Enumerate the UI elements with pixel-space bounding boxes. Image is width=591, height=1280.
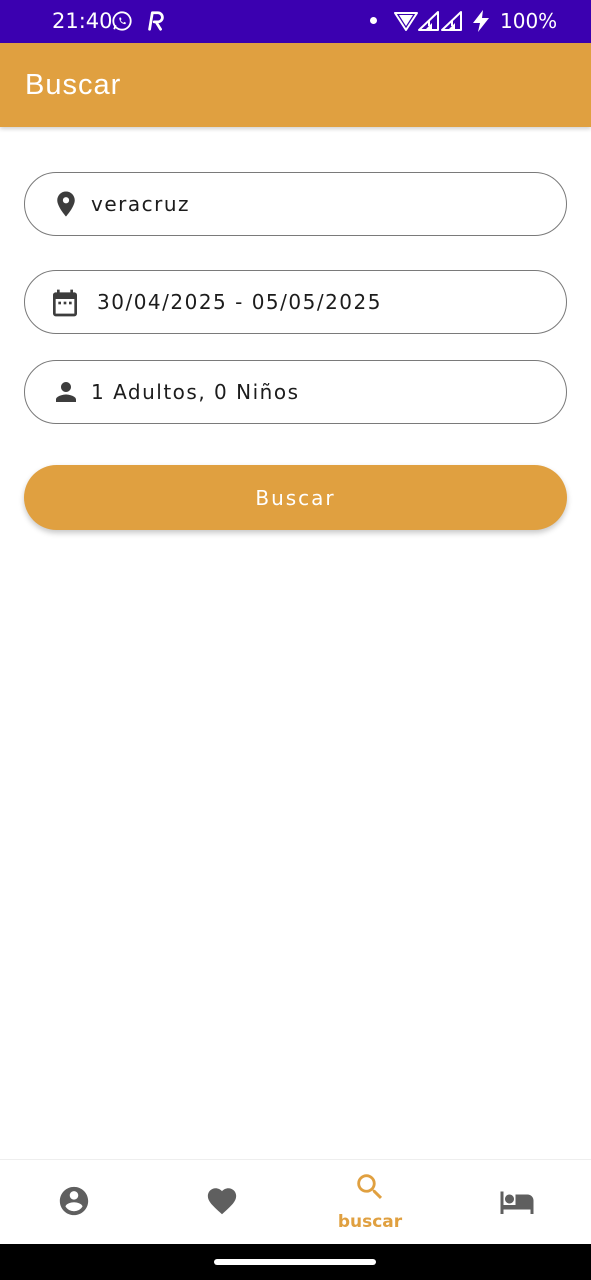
nav-item-favorites[interactable]: [148, 1160, 296, 1245]
nav-label-search: buscar: [337, 1212, 403, 1232]
person-icon: [51, 377, 81, 407]
signal-icon: [417, 9, 441, 33]
home-gesture-handle[interactable]: [214, 1259, 376, 1265]
location-pin-icon: [51, 189, 81, 219]
bottom-navigation: buscar: [0, 1159, 591, 1244]
guests-field[interactable]: 1 Adultos, 0 Niños: [24, 360, 567, 424]
battery-level: 100%: [500, 9, 558, 33]
guests-value: 1 Adultos, 0 Niños: [91, 380, 300, 404]
nav-item-account[interactable]: [0, 1160, 148, 1245]
wifi-icon: [394, 9, 418, 33]
screen: 21:40 100% Buscar veracruz 30/04/2025 - …: [0, 0, 591, 1280]
status-time: 21:40: [52, 9, 113, 33]
signal-icon: [440, 9, 464, 33]
r-app-icon: [145, 10, 167, 32]
system-gesture-bar: [0, 1244, 591, 1280]
heart-icon: [205, 1184, 239, 1222]
bed-icon: [499, 1186, 535, 1222]
nav-item-bookings[interactable]: [443, 1160, 591, 1245]
status-bar: 21:40 100%: [0, 0, 591, 43]
location-value: veracruz: [91, 192, 191, 216]
calendar-icon: [49, 287, 79, 317]
search-icon: [353, 1170, 387, 1208]
location-field[interactable]: veracruz: [24, 172, 567, 236]
search-button[interactable]: Buscar: [24, 465, 567, 530]
account-icon: [57, 1184, 91, 1222]
date-range-value: 30/04/2025 - 05/05/2025: [97, 290, 382, 314]
notification-dot: [370, 17, 377, 24]
nav-item-search[interactable]: buscar: [296, 1160, 444, 1245]
whatsapp-icon: [111, 10, 133, 32]
page-title: Buscar: [25, 69, 122, 101]
charging-icon: [470, 9, 492, 33]
date-range-field[interactable]: 30/04/2025 - 05/05/2025: [24, 270, 567, 334]
app-bar: Buscar: [0, 43, 591, 127]
